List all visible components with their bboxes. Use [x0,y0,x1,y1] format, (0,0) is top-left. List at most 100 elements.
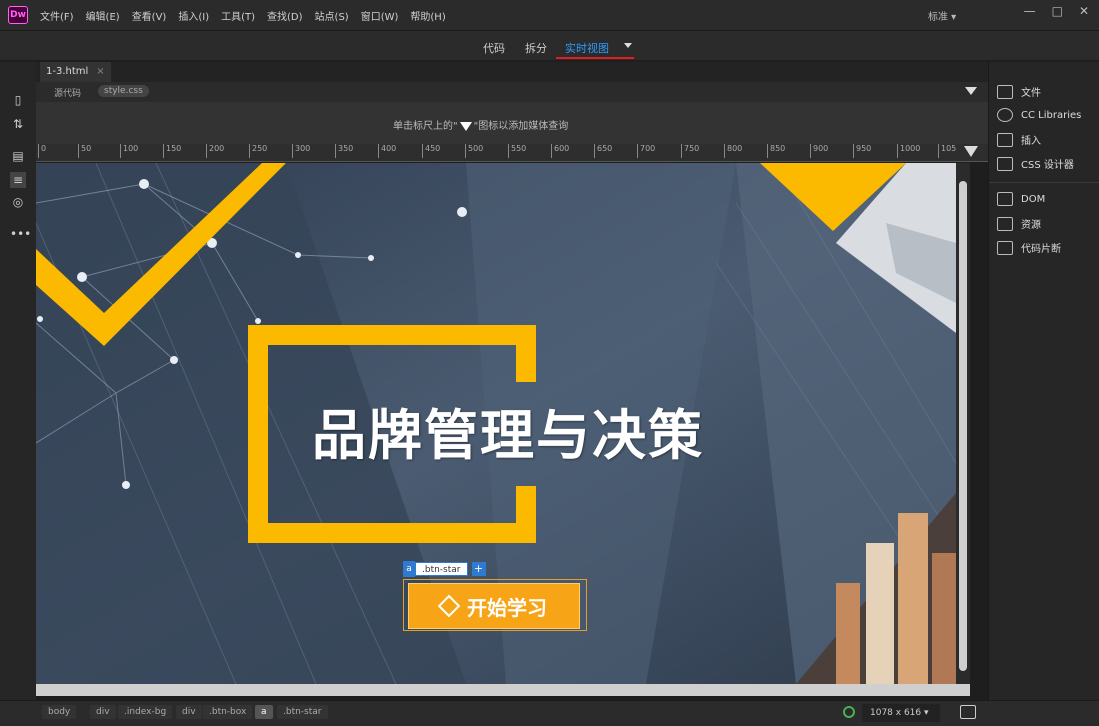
scrollbar-thumb[interactable] [959,181,967,671]
indent-icon[interactable]: ≡ [10,172,26,188]
panel-snippets[interactable]: 代码片断 [997,240,1061,255]
tag-selector-btn-box[interactable]: .btn-box [203,705,253,719]
ruler-tick: 650 [593,144,613,158]
ruler-tick: 350 [334,144,354,158]
panel-files[interactable]: 文件 [997,84,1041,99]
panel-label: 资源 [1021,220,1041,231]
ruler-tick: 400 [377,144,397,158]
tag-selector-index-bg[interactable]: .index-bg [118,705,173,719]
close-icon[interactable]: ✕ [1079,4,1089,18]
menu-view[interactable]: 查看(V) [132,8,167,23]
tag-selector-div[interactable]: div [90,705,116,719]
horizontal-ruler[interactable]: 0 50 100 150 200 250 300 350 400 450 500… [36,144,988,162]
menu-file[interactable]: 文件(F) [40,8,74,23]
ruler-tick: 700 [636,144,656,158]
live-view-canvas[interactable]: 品牌管理与决策 a .btn-star + 开始学习 [36,163,956,684]
preview-icon[interactable] [960,705,976,719]
file-management-icon[interactable]: ⇅ [10,116,26,132]
add-class-button[interactable]: + [471,562,486,576]
ruler-tick: 500 [464,144,484,158]
more-icon[interactable]: ••• [10,226,31,242]
ruler-tick: 550 [507,144,527,158]
minimize-icon[interactable]: — [1024,4,1036,18]
ruler-tick: 1000 [896,144,921,158]
vertical-scrollbar[interactable] [956,163,970,684]
horizontal-scrollbar[interactable] [36,684,970,696]
file-tab-label: 1-3.html [46,66,89,77]
status-bar: body div .index-bg div .btn-box a .btn-s… [0,700,1099,726]
menu-find[interactable]: 查找(D) [267,8,303,23]
ruler-tick: 850 [766,144,786,158]
panel-css-designer[interactable]: CSS 设计器 [997,156,1074,171]
snippets-icon [997,240,1013,255]
view-switcher: 代码 拆分 实时视图 [0,30,1099,60]
menu-window[interactable]: 窗口(W) [361,8,399,23]
selection-tag: a [403,561,415,577]
ruler-tick: 105 [937,144,957,158]
triangle-icon [459,121,472,131]
tag-selector-a[interactable]: a [255,705,273,719]
cc-libraries-icon [997,108,1013,122]
media-query-bar: 单击标尺上的" "图标以添加媒体查询 [36,102,988,144]
chevron-down-icon[interactable] [624,43,632,48]
left-toolbar: ▯ ⇅ ▤ ≡ ◎ ••• [0,62,36,702]
css-designer-icon [997,156,1013,171]
ruler-tick: 0 [37,144,47,158]
panel-separator [989,182,1099,183]
open-document-icon[interactable]: ▯ [10,92,26,108]
source-code-tab[interactable]: 源代码 [48,85,87,100]
menu-site[interactable]: 站点(S) [315,8,349,23]
target-icon[interactable]: ◎ [10,194,26,210]
tag-selector-div[interactable]: div [176,705,202,719]
menu-edit[interactable]: 编辑(E) [86,8,120,23]
ruler-tick: 250 [248,144,268,158]
file-tab[interactable]: 1-3.html × [40,62,111,82]
start-button-label: 开始学习 [467,595,547,620]
diamond-icon [437,594,461,618]
start-learning-button[interactable]: 开始学习 [408,583,580,629]
code-format-icon[interactable]: ▤ [10,148,26,164]
media-query-marker-icon[interactable] [964,146,978,157]
related-files-bar: 源代码 style.css [36,82,988,102]
window-controls: — □ ✕ [1024,4,1089,18]
main-menu: 文件(F) 编辑(E) 查看(V) 插入(I) 工具(T) 查找(D) 站点(S… [40,8,446,23]
ruler-tick: 450 [421,144,441,158]
tab-code[interactable]: 代码 [483,40,505,56]
ruler-tick: 900 [809,144,829,158]
window-size-value: 1078 x 616 [870,708,922,718]
panel-insert[interactable]: 插入 [997,132,1041,147]
tab-live-view[interactable]: 实时视图 [565,40,609,56]
filter-icon[interactable] [965,87,977,95]
ruler-tick: 800 [723,144,743,158]
workspace-switcher[interactable]: 标准 ▾ [928,8,956,23]
maximize-icon[interactable]: □ [1052,4,1063,18]
tab-split[interactable]: 拆分 [525,40,547,56]
ruler-tick: 750 [680,144,700,158]
panel-assets[interactable]: 资源 [997,216,1041,231]
menu-bar: Dw 文件(F) 编辑(E) 查看(V) 插入(I) 工具(T) 查找(D) 站… [0,0,1099,30]
files-icon [997,84,1013,99]
panel-label: CC Libraries [1021,109,1082,121]
tag-selector-body[interactable]: body [42,705,77,719]
panel-dom[interactable]: DOM [997,192,1045,206]
style-css-tab[interactable]: style.css [98,85,149,97]
window-size-dropdown[interactable]: 1078 x 616 ▾ [862,704,940,722]
panel-cc-libraries[interactable]: CC Libraries [997,108,1081,122]
right-panel: 文件 CC Libraries 插入 CSS 设计器 DOM 资源 代码片断 [988,62,1099,702]
ruler-tick: 950 [852,144,872,158]
panel-label: DOM [1021,193,1046,205]
selection-class-label[interactable]: .btn-star [415,562,468,576]
ruler-tick: 50 [77,144,92,158]
ruler-tick: 300 [291,144,311,158]
tag-selector-btn-star[interactable]: .btn-star [277,705,328,719]
panel-label: CSS 设计器 [1021,160,1074,171]
element-selection-badge[interactable]: a .btn-star + [403,561,486,577]
close-tab-icon[interactable]: × [96,62,104,82]
menu-help[interactable]: 帮助(H) [410,8,445,23]
menu-insert[interactable]: 插入(I) [178,8,209,23]
menu-tools[interactable]: 工具(T) [221,8,255,23]
active-tab-indicator [556,57,634,59]
mq-hint-text-1: 单击标尺上的" [393,121,458,132]
document-tabs: 1-3.html × [36,62,988,82]
ruler-tick: 100 [119,144,139,158]
